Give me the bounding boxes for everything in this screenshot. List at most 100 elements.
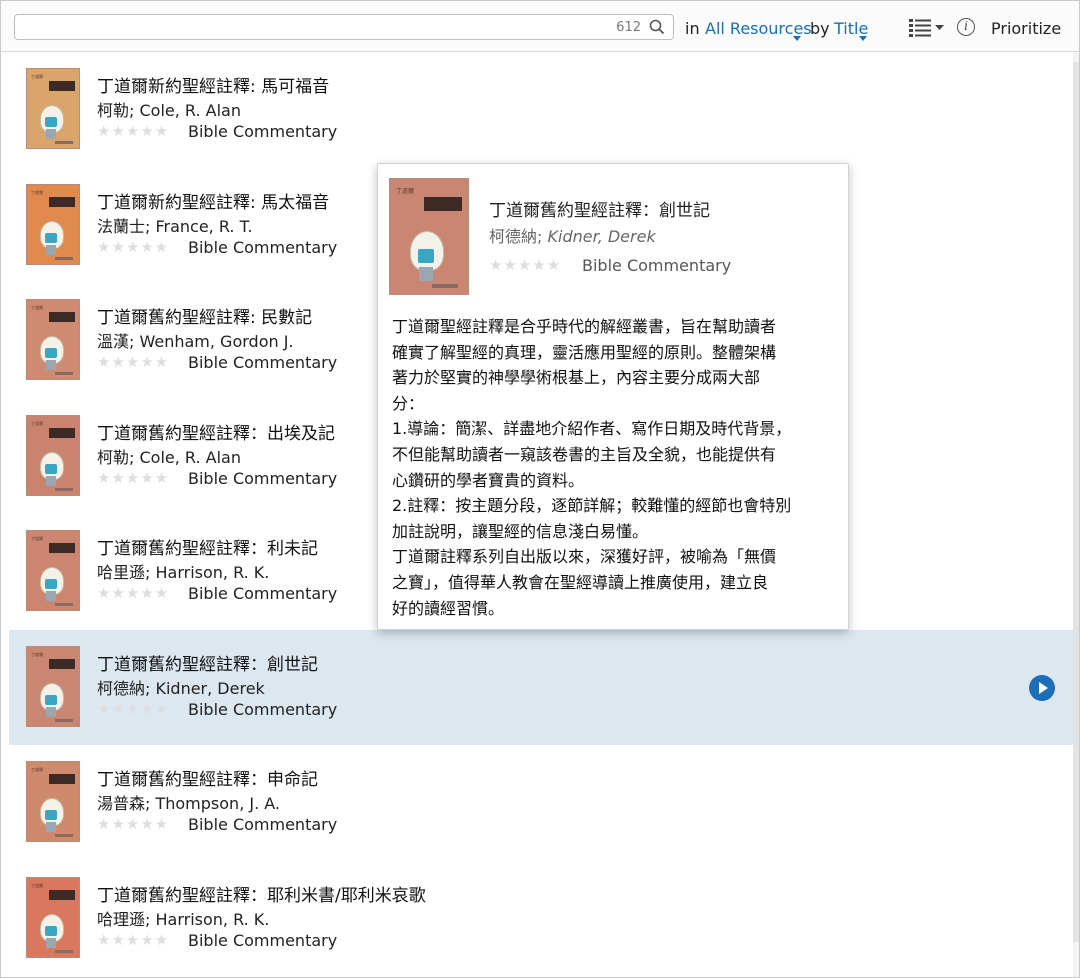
resource-title[interactable]: 丁道爾舊約聖經註釋：利未記 bbox=[97, 534, 318, 559]
info-icon[interactable]: i bbox=[957, 18, 975, 36]
description-line: 2.註釋：按主題分段，逐節詳解；較難懂的經節也會特別 bbox=[392, 496, 792, 516]
description-line: 分： bbox=[392, 393, 425, 413]
cover-title-block bbox=[49, 427, 75, 438]
cover-series-text: 丁道爾 bbox=[31, 305, 43, 310]
resource-author: 法蘭士; France, R. T. bbox=[97, 216, 253, 236]
cover-footer bbox=[55, 834, 73, 837]
resource-title[interactable]: 丁道爾舊約聖經註釋：出埃及記 bbox=[97, 419, 335, 444]
cover-bulb-base bbox=[46, 244, 56, 255]
rating-stars[interactable]: ★★★★★ bbox=[97, 815, 169, 833]
book-cover[interactable]: 丁道爾 bbox=[26, 414, 80, 496]
resource-author: 溫漢; Wenham, Gordon J. bbox=[97, 332, 294, 351]
book-cover[interactable]: 丁道爾 bbox=[26, 299, 80, 380]
resource-row[interactable]: 丁道爾 丁道爾舊約聖經註釋：創世記 柯德納; Kidner, Derek ★★★★★ B… bbox=[9, 629, 1075, 745]
description-line: 不但能幫助讀者一窺該卷書的主旨及全貌，也能提供有 bbox=[392, 444, 777, 464]
cover-bulb-glass bbox=[418, 249, 434, 263]
resource-title[interactable]: 丁道爾新約聖經註釋: 馬可福音 bbox=[97, 72, 329, 97]
popup-title: 丁道爾舊約聖經註釋：創世記 bbox=[489, 201, 710, 221]
cover-bulb-base bbox=[46, 591, 56, 601]
rating-stars[interactable]: ★★★★★ bbox=[97, 122, 169, 140]
book-cover[interactable]: 丁道爾 bbox=[26, 183, 80, 265]
cover-bulb-glass bbox=[45, 463, 57, 474]
cover-series-text: 丁道爾 bbox=[31, 420, 43, 426]
book-cover[interactable]: 丁道爾 bbox=[26, 761, 80, 842]
search-result-count: 612 bbox=[616, 20, 641, 35]
cover-bulb-glass bbox=[45, 925, 57, 936]
resource-title[interactable]: 丁道爾舊約聖經註釋：耶利米書/耶利米哀歌 bbox=[97, 881, 426, 906]
cover-bulb-base bbox=[46, 475, 56, 486]
cover-bulb-glass bbox=[45, 232, 57, 243]
cover-series-text: 丁道爾 bbox=[31, 651, 43, 657]
play-icon bbox=[1039, 681, 1048, 694]
rating-stars[interactable]: ★★★★★ bbox=[97, 238, 169, 256]
popup-rating-stars[interactable]: ★★★★★ bbox=[489, 256, 561, 274]
description-line: 確實了解聖經的真理，靈活應用聖經的原則。整體架構 bbox=[392, 342, 777, 362]
cover-series-text: 丁道爾 bbox=[31, 189, 43, 195]
scroll-thumb[interactable] bbox=[1073, 62, 1079, 942]
list-view-icon[interactable] bbox=[909, 18, 947, 38]
description-line: 1.導論：簡潔、詳盡地介紹作者、寫作日期及時代背景， bbox=[392, 419, 792, 439]
cover-footer bbox=[432, 284, 458, 288]
scrollbar[interactable] bbox=[1073, 52, 1079, 977]
resource-row[interactable]: 丁道爾 丁道爾舊約聖經註釋：申命記湯普森; Thompson, J. A. ★★★★… bbox=[9, 745, 1075, 860]
cover-bulb-base bbox=[46, 129, 56, 139]
book-cover[interactable]: 丁道爾 bbox=[26, 645, 80, 727]
cover-title-block bbox=[49, 774, 75, 784]
description-line: 丁道爾聖經註釋是合乎時代的解經叢書，旨在幫助讀者 bbox=[392, 317, 777, 336]
resource-title[interactable]: 丁道爾舊約聖經註釋：申命記 bbox=[97, 765, 318, 790]
open-resource-button[interactable] bbox=[1029, 674, 1055, 701]
cover-footer bbox=[55, 372, 73, 375]
resource-title[interactable]: 丁道爾舊約聖經註釋: 民數記 bbox=[97, 303, 312, 328]
cover-series-text: 丁道爾 bbox=[31, 882, 43, 888]
resource-row[interactable]: 丁道爾 丁道爾新約聖經註釋: 馬可福音柯勒; Cole, R. Alan ★★★★★… bbox=[9, 52, 1075, 167]
cover-footer bbox=[55, 256, 73, 260]
resource-row[interactable]: 丁道爾 丁道爾舊約聖經註釋：耶利米書/耶利米哀歌哈理遜; Harrison, R.… bbox=[9, 861, 1075, 976]
resource-preview-popup: 丁道爾 丁道爾舊約聖經註釋：創世記 柯德納; Kidner, Derek ★★★… bbox=[377, 163, 849, 630]
description-line: 心鑽研的學者寶貴的資料。 bbox=[392, 470, 585, 490]
cover-bulb-base bbox=[46, 706, 56, 717]
popup-author-latin: Kidner, Derek bbox=[547, 227, 656, 246]
description-line: 好的讀經習慣。 bbox=[392, 598, 505, 618]
cover-bulb-glass bbox=[45, 348, 57, 358]
resource-author: 哈理遜; Harrison, R. K. bbox=[97, 909, 270, 929]
resource-title[interactable]: 丁道爾新約聖經註釋: 馬太福音 bbox=[97, 188, 329, 213]
cover-title-block bbox=[49, 312, 75, 322]
rating-stars[interactable]: ★★★★★ bbox=[97, 700, 169, 718]
resource-type: Bible Commentary bbox=[188, 815, 338, 834]
resource-type: Bible Commentary bbox=[188, 699, 338, 719]
cover-footer bbox=[55, 487, 73, 491]
description-line: 丁道爾註釋系列自出版以來，深獲好評，被喻為「無價 bbox=[392, 547, 777, 567]
book-cover[interactable]: 丁道爾 bbox=[26, 530, 80, 611]
cover-bulb-base bbox=[46, 822, 56, 832]
resource-type: Bible Commentary bbox=[188, 122, 338, 141]
resource-type: Bible Commentary bbox=[188, 584, 338, 603]
resource-type: Bible Commentary bbox=[188, 237, 338, 257]
prioritize-button[interactable]: Prioritize bbox=[991, 19, 1061, 38]
popup-resource-type: Bible Commentary bbox=[582, 256, 732, 275]
description-line: 加註說明，讓聖經的信息淺白易懂。 bbox=[392, 521, 649, 541]
book-cover[interactable]: 丁道爾 bbox=[26, 876, 80, 958]
rating-stars[interactable]: ★★★★★ bbox=[97, 353, 169, 371]
cover-footer bbox=[55, 141, 73, 144]
description-line: 著力於堅實的神學學術根基上，內容主要分成兩大部 bbox=[392, 368, 761, 388]
cover-title-block bbox=[49, 889, 75, 900]
sort-field-caret-icon[interactable] bbox=[859, 36, 867, 41]
cover-series-text: 丁道爾 bbox=[31, 74, 43, 79]
cover-bulb-base bbox=[419, 267, 433, 281]
cover-series-text: 丁道爾 bbox=[396, 188, 415, 195]
book-cover[interactable]: 丁道爾 bbox=[26, 68, 80, 149]
rating-stars[interactable]: ★★★★★ bbox=[97, 584, 169, 602]
rating-stars[interactable]: ★★★★★ bbox=[97, 931, 169, 949]
resource-filter-caret-icon[interactable] bbox=[793, 36, 801, 41]
cover-bulb-glass bbox=[45, 694, 57, 705]
search-input[interactable]: 612 bbox=[14, 14, 674, 40]
search-icon[interactable] bbox=[649, 19, 665, 35]
by-label: by bbox=[810, 19, 830, 38]
resource-author: 湯普森; Thompson, J. A. bbox=[97, 794, 281, 813]
resource-title[interactable]: 丁道爾舊約聖經註釋：創世記 bbox=[97, 650, 318, 675]
resource-author: 柯勒; Cole, R. Alan bbox=[97, 101, 241, 120]
rating-stars[interactable]: ★★★★★ bbox=[97, 469, 169, 487]
resource-author: 哈里遜; Harrison, R. K. bbox=[97, 563, 270, 582]
library-window: 612 in All Resources by Title i Prioriti… bbox=[0, 0, 1080, 978]
cover-title-block bbox=[49, 658, 75, 669]
